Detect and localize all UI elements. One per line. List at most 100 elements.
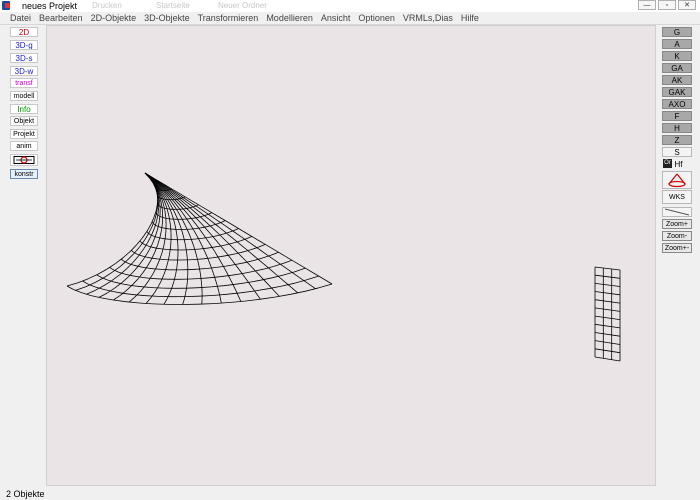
surface-ruling-line xyxy=(177,239,179,247)
surface-contour-line xyxy=(158,226,163,228)
tool-projekt-button[interactable]: Projekt xyxy=(10,129,38,139)
surface-contour-line xyxy=(162,217,166,219)
surface-contour-line xyxy=(282,259,293,264)
menu-transformieren[interactable]: Transformieren xyxy=(194,12,263,24)
tool-transf-button[interactable]: transf xyxy=(10,78,38,88)
plate-horizontal-line xyxy=(594,299,621,304)
line-tool-button[interactable] xyxy=(662,207,692,217)
view-z-button[interactable]: Z xyxy=(662,135,692,145)
menu-datei[interactable]: Datei xyxy=(0,12,35,24)
surface-ruling-line xyxy=(229,277,233,284)
tool-modell-button[interactable]: modell xyxy=(10,91,38,101)
surface-ruling-line xyxy=(275,250,286,257)
surface-contour-line xyxy=(73,289,82,294)
surface-contour-line xyxy=(180,197,183,199)
zoom-fit-button[interactable]: Zoom+- xyxy=(662,243,692,253)
surface-ruling-line xyxy=(226,232,235,240)
zoom-in-button[interactable]: Zoom+ xyxy=(662,219,692,229)
surface-ruling-line xyxy=(151,228,155,236)
cone-icon xyxy=(668,173,686,188)
surface-contour-line xyxy=(208,212,212,215)
plate-horizontal-line xyxy=(594,266,621,271)
surface-ruling-line xyxy=(238,268,244,276)
surface-ruling-line xyxy=(147,258,152,267)
surface-contour-line xyxy=(139,302,154,305)
surface-contour-line xyxy=(154,224,157,227)
view-s-button[interactable]: S xyxy=(662,147,692,157)
tool-3d-s-button[interactable]: 3D-s xyxy=(10,53,38,63)
surface-contour-line xyxy=(139,266,147,269)
restore-button[interactable]: ▫ xyxy=(658,0,676,10)
surface-contour-line xyxy=(120,258,125,262)
surface-ruling-line xyxy=(169,246,171,254)
surface-contour-line xyxy=(220,254,229,258)
close-button[interactable]: ✕ xyxy=(678,0,696,10)
surface-contour-line xyxy=(112,291,124,294)
plate-horizontal-line xyxy=(594,291,621,296)
menu-2d-objekte[interactable]: 2D-Objekte xyxy=(87,12,141,24)
surface-ruling-line xyxy=(132,255,139,263)
surface-ruling-line xyxy=(270,269,278,276)
surface-ruling-line xyxy=(176,232,178,240)
surface-ruling-line xyxy=(170,239,172,247)
view-f-button[interactable]: F xyxy=(662,111,692,121)
drawing-canvas[interactable] xyxy=(46,25,656,486)
surface-ruling-line xyxy=(75,286,86,291)
view-ga-button[interactable]: GA xyxy=(662,63,692,73)
tool-anim-button[interactable]: anim xyxy=(10,141,38,151)
minimize-button[interactable]: — xyxy=(638,0,656,10)
menu-modellieren[interactable]: Modellieren xyxy=(262,12,317,24)
menu-ansicht[interactable]: Ansicht xyxy=(317,12,355,24)
tool-konstr-button[interactable]: konstr xyxy=(10,169,38,179)
surface-ruling-line xyxy=(170,224,172,233)
surface-contour-line xyxy=(148,277,158,280)
zoom-out-button[interactable]: Zoom- xyxy=(662,231,692,241)
surface-ruling-line xyxy=(243,275,249,282)
tool-objekt-button[interactable]: Objekt xyxy=(10,116,38,126)
view-gak-button[interactable]: GAK xyxy=(662,87,692,97)
menu-bar: Datei Bearbeiten 2D-Objekte 3D-Objekte T… xyxy=(0,12,700,25)
view-g-button[interactable]: G xyxy=(662,27,692,37)
surface-ruling-line xyxy=(163,267,167,275)
view-k-button[interactable]: K xyxy=(662,51,692,61)
tool-info-button[interactable]: Info xyxy=(10,104,38,114)
surface-ruling-line xyxy=(256,272,264,280)
surface-contour-line xyxy=(189,238,196,240)
surface-contour-line xyxy=(207,236,213,238)
scene-svg[interactable] xyxy=(47,26,657,487)
ghost-label: Drucken xyxy=(92,1,122,10)
surface-contour-line xyxy=(231,273,243,276)
surface-ruling-line xyxy=(157,237,161,246)
surface-ruling-line xyxy=(294,261,305,268)
surface-contour-line xyxy=(96,274,102,278)
surface-contour-line xyxy=(242,271,253,274)
surface-ruling-line xyxy=(173,274,176,282)
view-ak-button[interactable]: AK xyxy=(662,75,692,85)
surface-contour-line xyxy=(221,220,226,223)
surface-contour-line xyxy=(318,283,333,289)
menu-optionen[interactable]: Optionen xyxy=(354,12,399,24)
wireframe-surface[interactable] xyxy=(66,172,333,305)
menu-vrmls-dias[interactable]: VRMLs,Dias xyxy=(399,12,457,24)
wireframe-plate[interactable] xyxy=(594,266,621,362)
menu-hilfe[interactable]: Hilfe xyxy=(457,12,483,24)
tool-3d-w-button[interactable]: 3D-w xyxy=(10,66,38,76)
cone-view-button[interactable] xyxy=(662,171,692,189)
hf-toggle[interactable]: Or Hf xyxy=(663,159,691,169)
surface-ruling-line xyxy=(185,246,188,254)
tool-3d-g-button[interactable]: 3D-g xyxy=(10,40,38,50)
wks-button[interactable]: WKS xyxy=(662,190,692,204)
tool-2d-button[interactable]: 2D xyxy=(10,27,38,37)
surface-contour-line xyxy=(304,287,319,292)
camera-tool-button[interactable] xyxy=(10,154,38,166)
view-h-button[interactable]: H xyxy=(662,123,692,133)
menu-3d-objekte[interactable]: 3D-Objekte xyxy=(140,12,194,24)
surface-ruling-line xyxy=(200,230,207,239)
menu-bearbeiten[interactable]: Bearbeiten xyxy=(35,12,87,24)
view-axo-button[interactable]: AXO xyxy=(662,99,692,109)
surface-ruling-line xyxy=(152,266,157,274)
surface-ruling-line xyxy=(98,292,108,298)
view-a-button[interactable]: A xyxy=(662,39,692,49)
surface-contour-line xyxy=(190,228,196,230)
surface-contour-line xyxy=(244,298,261,302)
